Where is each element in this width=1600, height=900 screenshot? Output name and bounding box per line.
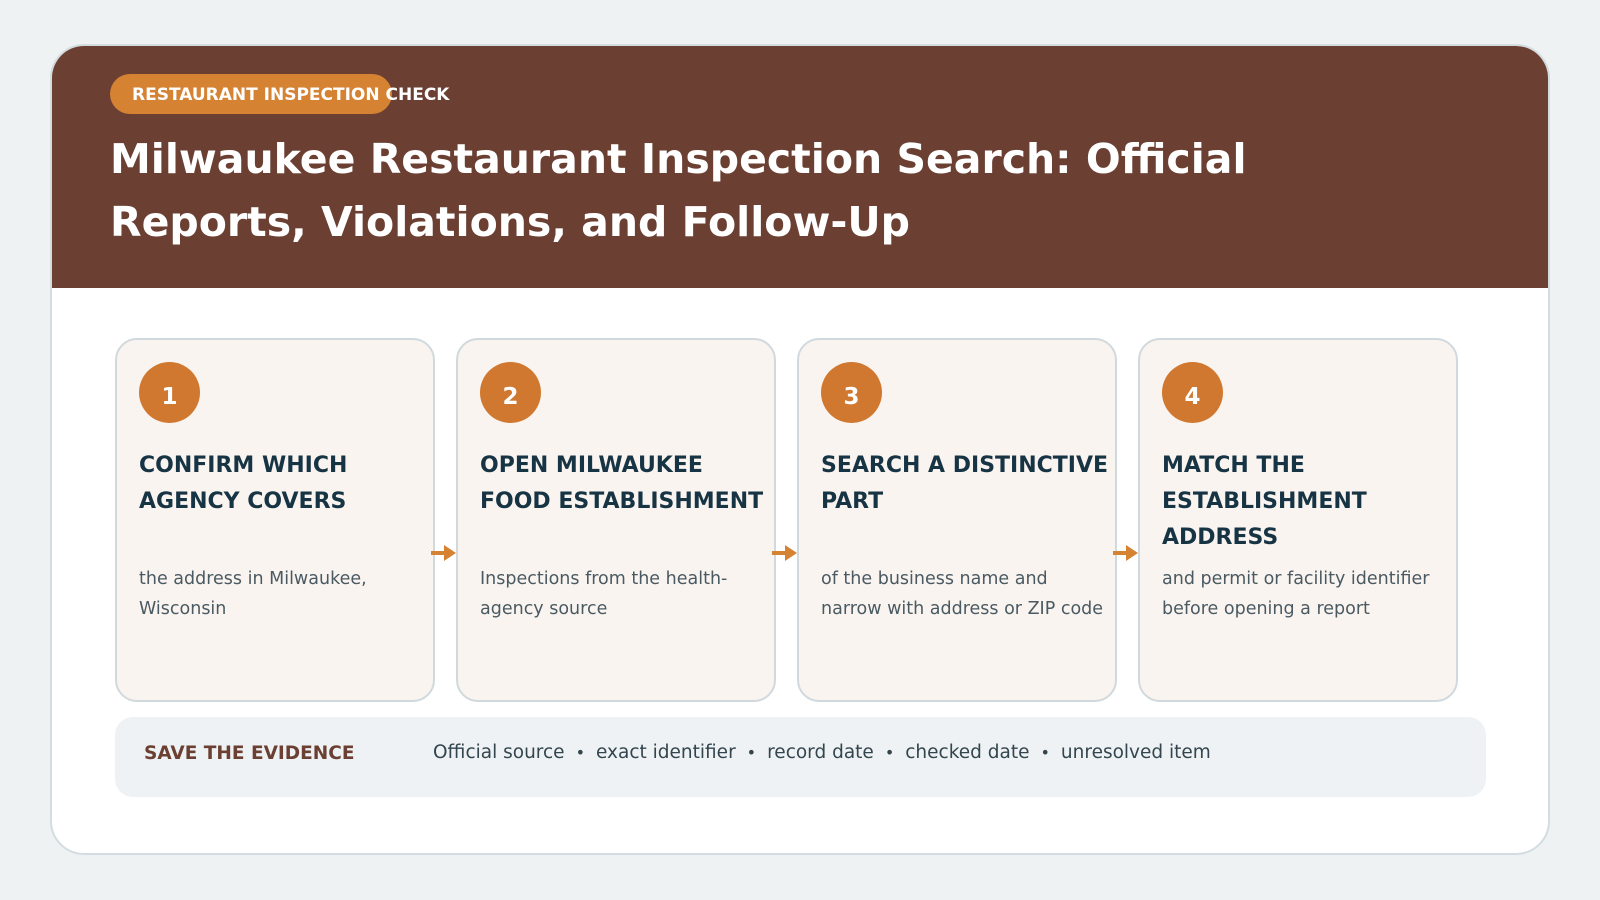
evidence-item: checked date [905, 742, 1030, 763]
arrow-right-icon [772, 545, 797, 561]
step-card-1: 1 CONFIRM WHICH AGENCY COVERS the addres… [115, 338, 435, 702]
step-description: Inspections from the health-agency sourc… [480, 569, 728, 619]
arrow-right-icon [431, 545, 456, 561]
step-number-badge: 1 [139, 362, 200, 423]
bullet-separator: • [884, 743, 895, 762]
step-card-4: 4 MATCH THE ESTABLISHMENT ADDRESS and pe… [1138, 338, 1458, 702]
evidence-item: record date [767, 742, 874, 763]
arrow-right-icon [1113, 545, 1138, 561]
bullet-separator: • [746, 743, 757, 762]
bullet-separator: • [1040, 743, 1050, 762]
step-description: and permit or facility identifier before… [1162, 569, 1430, 619]
step-card-2: 2 OPEN MILWAUKEE FOOD ESTABLISHMENT Insp… [456, 338, 776, 702]
evidence-item: exact identifier [596, 742, 736, 763]
step-number-badge: 3 [821, 362, 882, 423]
category-tag-label: RESTAURANT INSPECTION CHECK [132, 85, 450, 105]
step-card-3: 3 SEARCH A DISTINCTIVE PART of the busin… [797, 338, 1117, 702]
infographic-card: RESTAURANT INSPECTION CHECK Milwaukee Re… [50, 44, 1550, 855]
evidence-item: unresolved item [1060, 742, 1211, 763]
step-description: of the business name and narrow with add… [821, 569, 1104, 619]
step-number-badge: 4 [1162, 362, 1223, 423]
evidence-item: Official source [433, 742, 565, 763]
evidence-label: SAVE THE EVIDENCE [144, 743, 355, 764]
evidence-footer: SAVE THE EVIDENCE Official source • exac… [115, 717, 1486, 797]
page-title: Milwaukee Restaurant Inspection Search: … [110, 135, 1247, 246]
step-description: the address in Milwaukee, Wisconsin [139, 569, 367, 619]
bullet-separator: • [575, 743, 585, 762]
evidence-items: Official source • exact identifier • rec… [433, 742, 1211, 763]
step-title: OPEN MILWAUKEE FOOD ESTABLISHMENT [480, 453, 764, 514]
step-title: MATCH THE ESTABLISHMENT ADDRESS [1162, 453, 1367, 550]
step-title: CONFIRM WHICH AGENCY COVERS [139, 453, 348, 514]
step-title: SEARCH A DISTINCTIVE PART [821, 453, 1109, 514]
step-number-badge: 2 [480, 362, 541, 423]
